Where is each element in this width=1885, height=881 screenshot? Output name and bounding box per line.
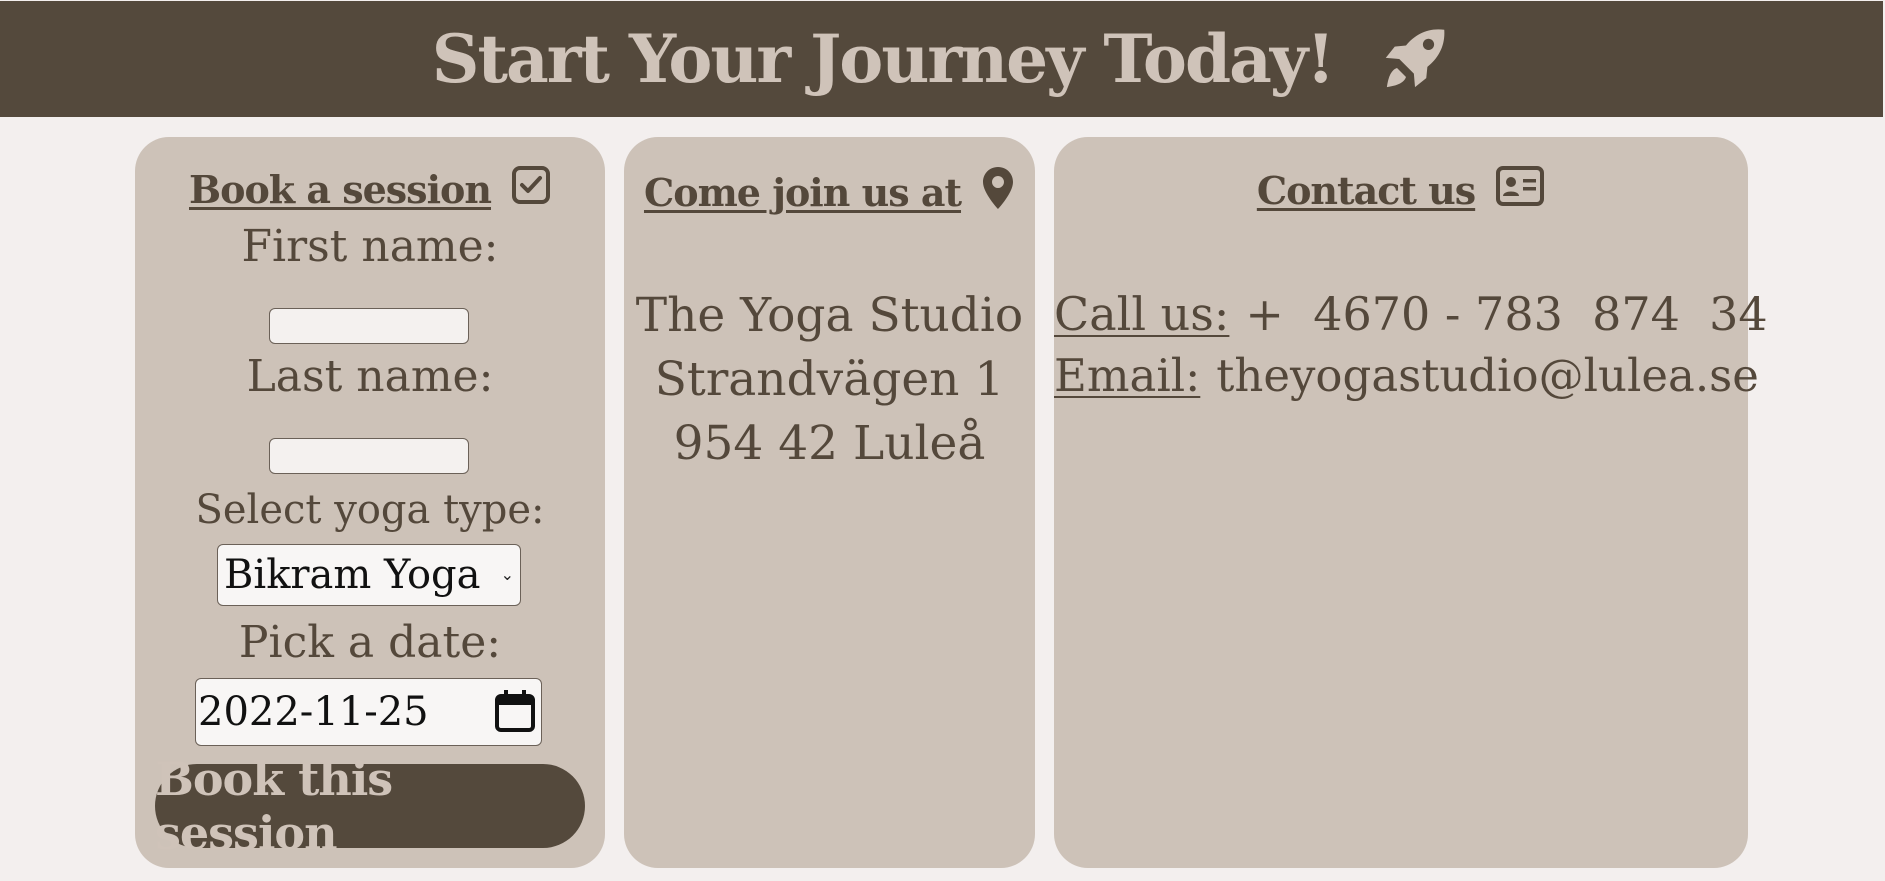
- calendar-icon[interactable]: [495, 689, 535, 733]
- email-line: Email: theyogastudio@lulea.se: [1054, 349, 1759, 402]
- location-heading-text: Come join us at: [643, 170, 962, 215]
- address-line: Strandvägen 1: [654, 352, 1005, 407]
- contact-heading: Contact us: [1054, 165, 1748, 216]
- location-heading: Come join us at: [624, 165, 1035, 220]
- date-label: Pick a date:: [238, 617, 502, 668]
- page-title: Start Your Journey Today!: [431, 20, 1335, 98]
- map-pin-icon: [981, 165, 1015, 220]
- book-session-button[interactable]: Book this session: [155, 752, 585, 860]
- header-banner: Start Your Journey Today!: [0, 1, 1883, 117]
- address-line: The Yoga Studio: [635, 288, 1024, 343]
- email-address[interactable]: theyogastudio@lulea.se: [1216, 349, 1759, 402]
- chevron-down-icon: ⌄: [500, 565, 514, 584]
- date-value: 2022-11-25: [198, 689, 429, 735]
- booking-heading: Book a session: [135, 165, 605, 214]
- booking-heading-text: Book a session: [189, 167, 492, 212]
- booking-card: Book a session First name: Last name: Se…: [135, 137, 605, 868]
- yoga-type-select[interactable]: Bikram Yoga ⌄: [217, 544, 521, 606]
- yoga-type-label: Select yoga type:: [195, 487, 545, 533]
- phone-line: Call us: + 4670 - 783 874 34: [1054, 287, 1768, 341]
- id-card-icon: [1495, 165, 1545, 216]
- location-card: Come join us at The Yoga Studio Strandvä…: [624, 137, 1035, 868]
- rocket-icon: [1385, 29, 1445, 88]
- email-label: Email:: [1054, 349, 1201, 402]
- phone-number[interactable]: + 4670 - 783 874 34: [1245, 287, 1767, 341]
- first-name-label: First name:: [241, 221, 499, 272]
- phone-label: Call us:: [1054, 287, 1230, 341]
- checkbox-icon: [511, 165, 551, 214]
- yoga-type-selected-value: Bikram Yoga: [224, 552, 481, 598]
- contact-card: Contact us Call us: + 4670 - 783 874 34 E…: [1054, 137, 1768, 868]
- date-input[interactable]: 2022-11-25: [195, 678, 542, 746]
- last-name-label: Last name:: [246, 351, 494, 402]
- contact-heading-text: Contact us: [1256, 168, 1476, 213]
- studio-address: The Yoga Studio Strandvägen 1 954 42 Lul…: [624, 284, 1035, 476]
- address-line: 954 42 Luleå: [673, 416, 986, 471]
- last-name-input[interactable]: [269, 438, 469, 474]
- first-name-input[interactable]: [269, 308, 469, 344]
